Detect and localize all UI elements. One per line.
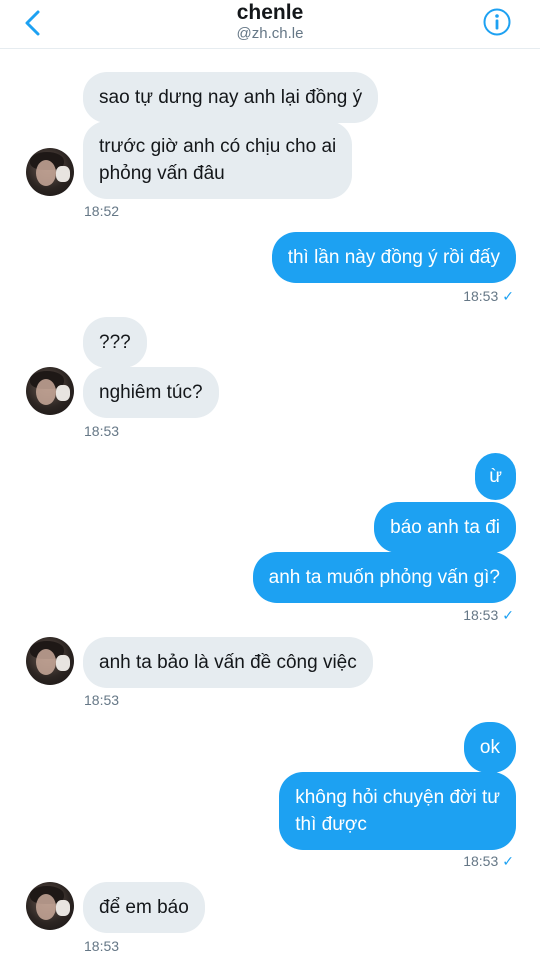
message-text: anh ta bảo là vấn đề công việc <box>99 652 357 673</box>
message-text-line: phỏng vấn đâu <box>99 163 225 184</box>
message-timestamp: 18:53 <box>84 692 120 708</box>
message-text: để em báo <box>99 897 189 918</box>
incoming-message[interactable]: anh ta bảo là vấn đề công việc <box>83 637 373 688</box>
outgoing-message[interactable]: anh ta muốn phỏng vấn gì? <box>252 552 516 603</box>
message-text: ừ <box>489 466 502 487</box>
contact-avatar[interactable] <box>26 148 74 196</box>
info-icon <box>483 8 511 36</box>
message-text: anh ta muốn phỏng vấn gì? <box>268 567 500 588</box>
conversation-title-block[interactable]: chenle @zh.ch.le <box>120 0 420 43</box>
back-button[interactable] <box>18 6 48 40</box>
contact-avatar[interactable] <box>26 367 74 415</box>
message-text: sao tự dưng nay anh lại đồng ý <box>99 87 363 108</box>
message-timestamp: 18:53 ✓ <box>463 853 514 869</box>
contact-avatar[interactable] <box>26 637 74 685</box>
incoming-message[interactable]: để em báo <box>83 882 205 933</box>
outgoing-message[interactable]: ừ <box>475 453 516 500</box>
message-text-line: không hỏi chuyện đời tư <box>295 787 500 808</box>
chevron-left-icon <box>25 10 40 36</box>
message-text: báo anh ta đi <box>390 517 500 538</box>
message-text-line: trước giờ anh có chịu cho ai <box>99 136 337 157</box>
contact-handle: @zh.ch.le <box>236 25 304 42</box>
message-timestamp: 18:52 <box>84 203 120 219</box>
incoming-message[interactable]: sao tự dưng nay anh lại đồng ý <box>83 72 379 123</box>
message-text: ok <box>479 737 500 758</box>
info-button[interactable] <box>482 7 512 37</box>
conversation-header: chenle @zh.ch.le <box>0 0 540 49</box>
message-text: thì lần này đồng ý rồi đấy <box>287 247 500 268</box>
incoming-message[interactable]: nghiêm túc? <box>83 367 219 418</box>
outgoing-message[interactable]: ok <box>463 722 516 773</box>
timestamp-text: 18:53 <box>463 853 499 869</box>
outgoing-message[interactable]: thì lần này đồng ý rồi đấy <box>271 232 516 283</box>
message-text-line: thì được <box>295 814 367 835</box>
message-text: nghiêm túc? <box>99 382 203 403</box>
incoming-message[interactable]: ??? <box>83 317 147 368</box>
timestamp-text: 18:53 <box>463 607 499 623</box>
outgoing-message[interactable]: không hỏi chuyện đời tư thì được <box>279 772 516 850</box>
timestamp-text: 18:53 <box>463 288 499 304</box>
message-timestamp: 18:53 ✓ <box>463 288 514 304</box>
incoming-message[interactable]: trước giờ anh có chịu cho ai phỏng vấn đ… <box>83 121 353 199</box>
contact-name: chenle <box>236 1 304 24</box>
contact-avatar[interactable] <box>26 882 74 930</box>
outgoing-message[interactable]: báo anh ta đi <box>374 502 516 553</box>
read-check-icon: ✓ <box>502 288 514 304</box>
message-timestamp: 18:53 ✓ <box>463 607 514 623</box>
message-timestamp: 18:53 <box>84 938 120 954</box>
read-check-icon: ✓ <box>502 607 514 623</box>
message-timestamp: 18:53 <box>84 423 120 439</box>
message-text: ??? <box>99 332 131 353</box>
read-check-icon: ✓ <box>502 853 514 869</box>
